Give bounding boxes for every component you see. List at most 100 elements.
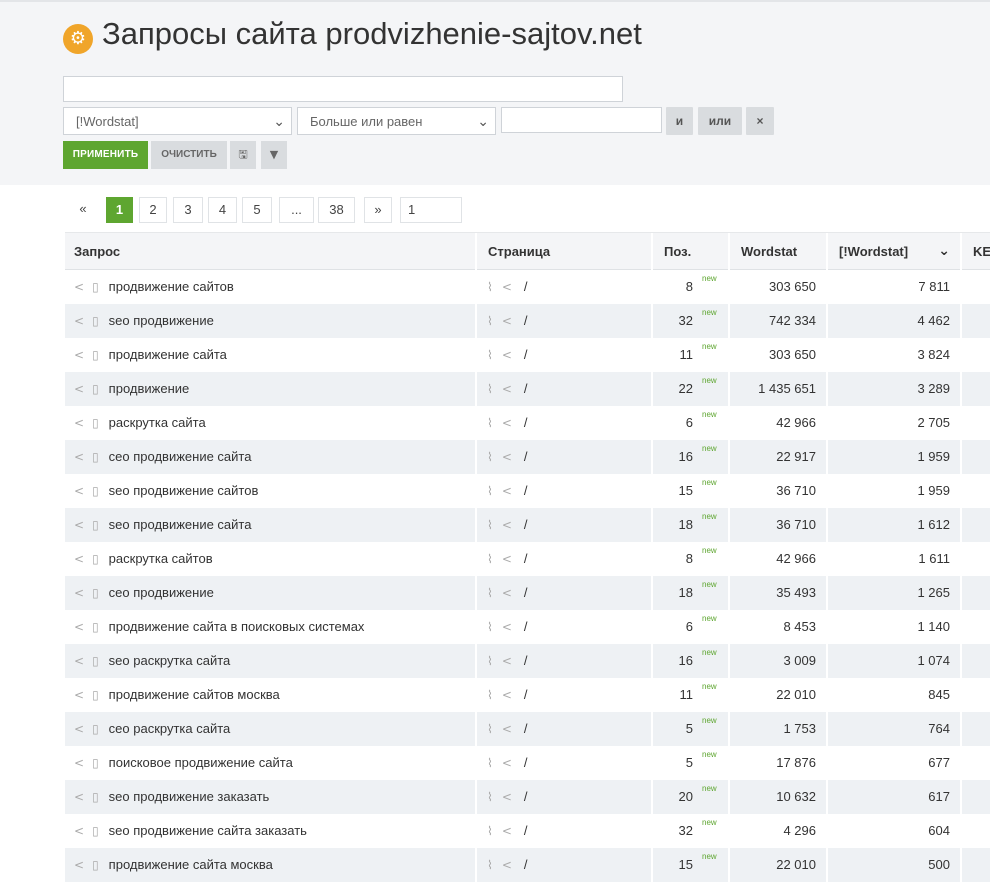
page-path[interactable]: / [524, 279, 528, 294]
paperclip-icon[interactable]: ⌇ [487, 474, 493, 508]
field-select[interactable]: [!Wordstat] ⌄ [63, 107, 292, 135]
share-icon[interactable]: < [74, 814, 84, 848]
share-icon[interactable]: < [502, 610, 512, 644]
page-path[interactable]: / [524, 857, 528, 872]
query-text[interactable]: seo продвижение сайта заказать [109, 823, 307, 838]
document-icon[interactable]: ▯ [92, 644, 99, 678]
paperclip-icon[interactable]: ⌇ [487, 270, 493, 304]
query-text[interactable]: поисковое продвижение сайта [109, 755, 293, 770]
share-icon[interactable]: < [502, 678, 512, 712]
document-icon[interactable]: ▯ [92, 372, 99, 406]
paperclip-icon[interactable]: ⌇ [487, 712, 493, 746]
query-text[interactable]: продвижение сайта москва [109, 857, 273, 872]
or-button[interactable]: или [698, 107, 742, 135]
paperclip-icon[interactable]: ⌇ [487, 338, 493, 372]
page-path[interactable]: / [524, 619, 528, 634]
query-text[interactable]: раскрутка сайта [109, 415, 206, 430]
share-icon[interactable]: < [74, 338, 84, 372]
page-3[interactable]: 3 [173, 197, 203, 223]
paperclip-icon[interactable]: ⌇ [487, 440, 493, 474]
share-icon[interactable]: < [74, 542, 84, 576]
query-text[interactable]: сео продвижение [109, 585, 214, 600]
document-icon[interactable]: ▯ [92, 848, 99, 882]
page-4[interactable]: 4 [208, 197, 237, 223]
query-text[interactable]: seo продвижение сайта [109, 517, 252, 532]
share-icon[interactable]: < [502, 644, 512, 678]
document-icon[interactable]: ▯ [92, 678, 99, 712]
page-1[interactable]: 1 [106, 197, 133, 223]
share-icon[interactable]: < [502, 304, 512, 338]
document-icon[interactable]: ▯ [92, 780, 99, 814]
share-icon[interactable]: < [502, 542, 512, 576]
page-path[interactable]: / [524, 517, 528, 532]
query-text[interactable]: продвижение сайта в поисковых системах [109, 619, 365, 634]
share-icon[interactable]: < [502, 406, 512, 440]
share-icon[interactable]: < [74, 406, 84, 440]
pagination-prev[interactable]: « [70, 197, 96, 223]
page-2[interactable]: 2 [139, 197, 167, 223]
share-icon[interactable]: < [74, 644, 84, 678]
share-icon[interactable]: < [74, 440, 84, 474]
page-path[interactable]: / [524, 381, 528, 396]
query-text[interactable]: seo продвижение сайтов [109, 483, 259, 498]
query-text[interactable]: продвижение сайтов [109, 279, 234, 294]
share-icon[interactable]: < [502, 338, 512, 372]
document-icon[interactable]: ▯ [92, 712, 99, 746]
share-icon[interactable]: < [502, 712, 512, 746]
query-text[interactable]: seo продвижение [109, 313, 214, 328]
remove-condition-button[interactable]: × [746, 107, 774, 135]
document-icon[interactable]: ▯ [92, 440, 99, 474]
query-text[interactable]: продвижение сайта [109, 347, 227, 362]
query-text[interactable]: seo продвижение заказать [109, 789, 270, 804]
document-icon[interactable]: ▯ [92, 576, 99, 610]
page-path[interactable]: / [524, 687, 528, 702]
page-path[interactable]: / [524, 551, 528, 566]
paperclip-icon[interactable]: ⌇ [487, 814, 493, 848]
share-icon[interactable]: < [74, 270, 84, 304]
share-icon[interactable]: < [74, 848, 84, 882]
share-icon[interactable]: < [502, 576, 512, 610]
share-icon[interactable]: < [74, 576, 84, 610]
paperclip-icon[interactable]: ⌇ [487, 406, 493, 440]
share-icon[interactable]: < [74, 780, 84, 814]
share-icon[interactable]: < [74, 508, 84, 542]
page-last[interactable]: 38 [318, 197, 355, 223]
column-header-wordstat[interactable]: Wordstat [732, 233, 828, 270]
page-path[interactable]: / [524, 585, 528, 600]
document-icon[interactable]: ▯ [92, 508, 99, 542]
share-icon[interactable]: < [502, 372, 512, 406]
paperclip-icon[interactable]: ⌇ [487, 746, 493, 780]
paperclip-icon[interactable]: ⌇ [487, 610, 493, 644]
document-icon[interactable]: ▯ [92, 814, 99, 848]
query-filter-input[interactable] [63, 76, 623, 102]
query-text[interactable]: продвижение сайтов москва [109, 687, 280, 702]
share-icon[interactable]: < [74, 746, 84, 780]
clear-button[interactable]: ОЧИСТИТЬ [151, 141, 227, 169]
document-icon[interactable]: ▯ [92, 610, 99, 644]
paperclip-icon[interactable]: ⌇ [487, 542, 493, 576]
and-button[interactable]: и [666, 107, 693, 135]
operator-select[interactable]: Больше или равен ⌄ [297, 107, 496, 135]
value-input[interactable] [501, 107, 662, 133]
paperclip-icon[interactable]: ⌇ [487, 304, 493, 338]
share-icon[interactable]: < [502, 848, 512, 882]
share-icon[interactable]: < [74, 678, 84, 712]
share-icon[interactable]: < [502, 440, 512, 474]
share-icon[interactable]: < [74, 372, 84, 406]
share-icon[interactable]: < [74, 712, 84, 746]
document-icon[interactable]: ▯ [92, 474, 99, 508]
page-path[interactable]: / [524, 653, 528, 668]
column-header-query[interactable]: Запрос [65, 233, 477, 270]
page-path[interactable]: / [524, 823, 528, 838]
paperclip-icon[interactable]: ⌇ [487, 508, 493, 542]
share-icon[interactable]: < [502, 780, 512, 814]
pagination-next[interactable]: » [364, 197, 392, 223]
document-icon[interactable]: ▯ [92, 304, 99, 338]
document-icon[interactable]: ▯ [92, 542, 99, 576]
document-icon[interactable]: ▯ [92, 406, 99, 440]
document-icon[interactable]: ▯ [92, 338, 99, 372]
page-path[interactable]: / [524, 347, 528, 362]
page-5[interactable]: 5 [242, 197, 272, 223]
column-header-position[interactable]: Поз. [655, 233, 730, 270]
apply-button[interactable]: ПРИМЕНИТЬ [63, 141, 148, 169]
